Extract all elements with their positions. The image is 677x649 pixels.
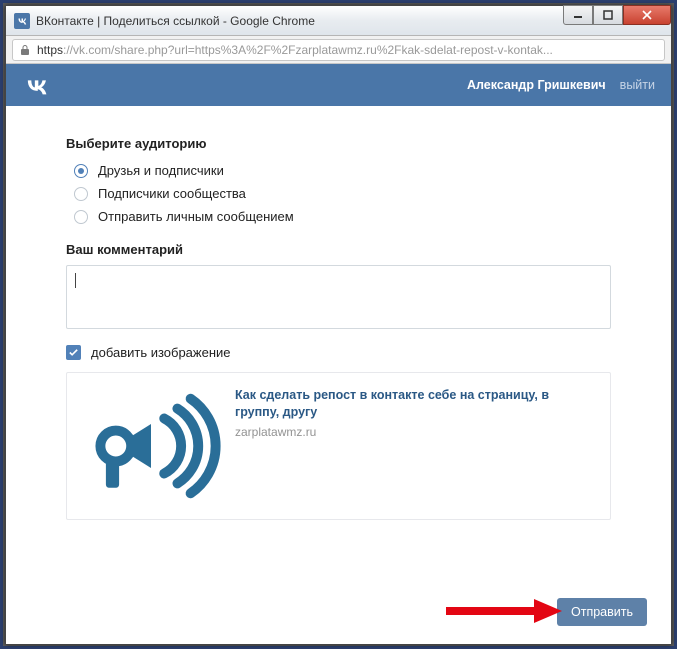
comment-title: Ваш комментарий <box>66 242 611 257</box>
radio-private-message[interactable]: Отправить личным сообщением <box>74 209 611 224</box>
link-preview-card[interactable]: Как сделать репост в контакте себе на ст… <box>66 372 611 520</box>
megaphone-icon <box>81 391 221 501</box>
username-label: Александр Гришкевич <box>467 78 606 92</box>
preview-domain: zarplatawmz.ru <box>235 425 596 439</box>
favicon-icon <box>14 13 30 29</box>
radio-indicator-icon <box>74 164 88 178</box>
logout-link[interactable]: выйти <box>620 78 655 92</box>
add-image-label: добавить изображение <box>91 345 231 360</box>
form-actions: Отправить <box>557 598 647 626</box>
add-image-checkbox-row[interactable]: добавить изображение <box>66 345 611 360</box>
chrome-popup-window: ВКонтакте | Поделиться ссылкой - Google … <box>5 5 672 645</box>
window-controls <box>563 6 671 28</box>
text-cursor-icon <box>75 273 76 288</box>
vk-logo-icon <box>22 75 50 95</box>
page-content: Александр Гришкевич выйти Выберите аудит… <box>6 64 671 644</box>
radio-label: Друзья и подписчики <box>98 163 224 178</box>
radio-indicator-icon <box>74 187 88 201</box>
share-form: Выберите аудиторию Друзья и подписчики П… <box>6 106 671 550</box>
lock-icon <box>19 44 31 56</box>
close-button[interactable] <box>623 5 671 25</box>
radio-indicator-icon <box>74 210 88 224</box>
radio-community[interactable]: Подписчики сообщества <box>74 186 611 201</box>
preview-thumbnail <box>81 387 221 505</box>
url-field[interactable]: https://vk.com/share.php?url=https%3A%2F… <box>12 39 665 61</box>
checkbox-checked-icon <box>66 345 81 360</box>
window-titlebar: ВКонтакте | Поделиться ссылкой - Google … <box>6 6 671 36</box>
submit-button[interactable]: Отправить <box>557 598 647 626</box>
minimize-button[interactable] <box>563 5 593 25</box>
radio-label: Подписчики сообщества <box>98 186 246 201</box>
annotation-arrow-icon <box>444 596 564 626</box>
url-scheme: https <box>37 43 63 57</box>
preview-title: Как сделать репост в контакте себе на ст… <box>235 387 596 421</box>
maximize-button[interactable] <box>593 5 623 25</box>
radio-friends[interactable]: Друзья и подписчики <box>74 163 611 178</box>
vk-header: Александр Гришкевич выйти <box>6 64 671 106</box>
radio-label: Отправить личным сообщением <box>98 209 294 224</box>
comment-input[interactable] <box>66 265 611 329</box>
preview-text: Как сделать репост в контакте себе на ст… <box>235 387 596 505</box>
audience-title: Выберите аудиторию <box>66 136 611 151</box>
url-bar: https://vk.com/share.php?url=https%3A%2F… <box>6 36 671 64</box>
url-path: ://vk.com/share.php?url=https%3A%2F%2Fza… <box>63 43 553 57</box>
